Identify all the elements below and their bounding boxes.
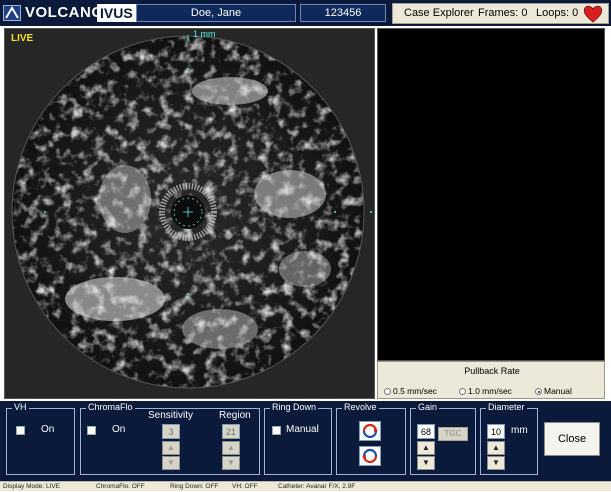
frames-count: Frames: 0 [478,7,528,19]
patient-name-field: Doe, Jane [136,4,296,22]
ivus-image [5,29,374,398]
vh-group: VH [6,402,75,475]
chevron-up-icon: ▲ [167,443,175,452]
pullback-manual-radio[interactable] [535,388,542,395]
chromaflo-checkbox[interactable] [87,426,96,435]
logo-text: VOLCANO [25,4,104,21]
heart-icon [582,4,604,24]
ivus-image-view[interactable]: LIVE 1 mm [4,28,375,399]
logo-badge: IVUS [97,4,136,22]
live-label: LIVE [11,33,34,44]
close-button[interactable]: Close [544,422,600,456]
pullback-1-0-label: 1.0 mm/sec [468,386,512,396]
diameter-down-button[interactable]: ▼ [487,456,505,470]
pullback-manual-label: Manual [544,386,572,396]
chevron-down-icon: ▼ [167,458,175,467]
rotate-ccw-icon [362,448,378,464]
ring-down-group: Ring Down [264,402,332,475]
chevron-down-icon: ▼ [422,458,430,467]
vh-on-label: On [41,424,55,435]
pullback-1-0-radio[interactable] [459,388,466,395]
pullback-rate-panel: Pullback Rate 0.5 mm/sec 1.0 mm/sec Manu… [377,361,605,399]
longitudinal-view [377,28,605,361]
vh-title: VH [12,402,29,412]
gain-up-button[interactable]: ▲ [417,441,435,455]
ring-down-title: Ring Down [270,402,319,412]
case-explorer-link[interactable]: Case Explorer [404,7,474,19]
chevron-down-icon: ▼ [492,458,500,467]
sensitivity-up-button[interactable]: ▲ [162,441,180,455]
vh-checkbox[interactable] [16,426,25,435]
revolve-title: Revolve [342,402,379,412]
region-up-button[interactable]: ▲ [222,441,240,455]
sensitivity-label: Sensitivity [148,410,194,421]
scale-label: 1 mm [193,29,216,39]
gain-title: Gain [416,402,440,412]
chromaflo-title: ChromaFlo [86,402,135,412]
chevron-up-icon: ▲ [492,443,500,452]
diameter-up-button[interactable]: ▲ [487,441,505,455]
sensitivity-value[interactable]: 3 [162,424,180,439]
diameter-title: Diameter [486,402,527,412]
pullback-0-5-radio[interactable] [384,388,391,395]
patient-id-field: 123456 [300,4,386,22]
diameter-unit: mm [511,425,528,436]
region-down-button[interactable]: ▼ [222,456,240,470]
volcano-mark-icon [3,5,21,21]
rotate-cw-icon [362,423,378,439]
volcano-logo: VOLCANO IVUS [3,3,136,23]
pullback-0-5-label: 0.5 mm/sec [393,386,437,396]
loops-count: Loops: 0 [536,7,579,19]
gain-value[interactable]: 68 [417,424,435,439]
rotate-clockwise-button[interactable] [359,421,381,441]
ring-down-checkbox[interactable] [272,426,281,435]
sensitivity-down-button[interactable]: ▼ [162,456,180,470]
chevron-up-icon: ▲ [227,443,235,452]
gain-down-button[interactable]: ▼ [417,456,435,470]
rotate-counterclockwise-button[interactable] [359,446,381,466]
chromaflo-on-label: On [112,424,126,435]
diameter-value[interactable]: 10 [487,424,505,439]
pullback-rate-title: Pullback Rate [464,366,520,376]
chevron-up-icon: ▲ [422,443,430,452]
chevron-down-icon: ▼ [227,458,235,467]
status-bar: Display Mode: LIVE ChromaFlo: OFF Ring D… [0,481,611,491]
ring-down-manual-label: Manual [286,424,319,435]
region-label: Region [219,410,251,421]
tgc-button[interactable]: TGC [438,427,468,441]
region-value[interactable]: 21 [222,424,240,439]
